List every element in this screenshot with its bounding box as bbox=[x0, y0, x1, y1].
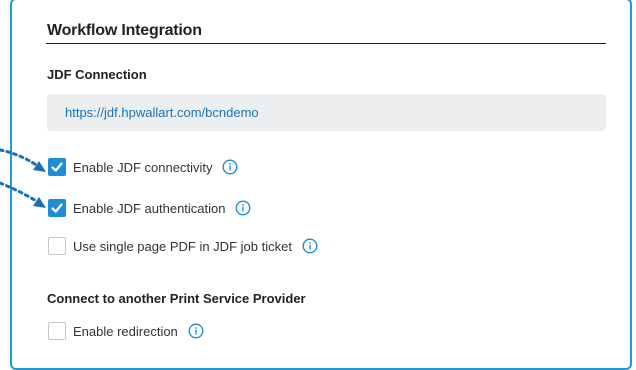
info-icon[interactable] bbox=[188, 323, 204, 339]
annotation-arrow-connectivity bbox=[0, 148, 46, 172]
annotation-arrow-authentication bbox=[0, 181, 46, 208]
jdf-connection-label: JDF Connection bbox=[47, 67, 147, 82]
enable-jdf-authentication-label: Enable JDF authentication bbox=[73, 200, 226, 216]
title-divider bbox=[46, 43, 606, 44]
enable-jdf-connectivity-row[interactable]: Enable JDF connectivity bbox=[48, 158, 238, 176]
enable-redirection-label: Enable redirection bbox=[73, 323, 178, 339]
enable-redirection-checkbox[interactable] bbox=[48, 322, 66, 340]
single-page-pdf-checkbox[interactable] bbox=[48, 237, 66, 255]
info-icon[interactable] bbox=[235, 200, 251, 216]
single-page-pdf-row[interactable]: Use single page PDF in JDF job ticket bbox=[48, 237, 318, 255]
enable-redirection-row[interactable]: Enable redirection bbox=[48, 322, 204, 340]
print-service-provider-label: Connect to another Print Service Provide… bbox=[47, 291, 306, 306]
info-icon[interactable] bbox=[222, 159, 238, 175]
annotation-arrows bbox=[0, 148, 46, 208]
workflow-integration-panel bbox=[10, 0, 632, 370]
jdf-url-field[interactable] bbox=[47, 94, 606, 131]
enable-jdf-connectivity-label: Enable JDF connectivity bbox=[73, 159, 213, 175]
enable-jdf-authentication-row[interactable]: Enable JDF authentication bbox=[48, 199, 251, 217]
info-icon[interactable] bbox=[302, 238, 318, 254]
single-page-pdf-label: Use single page PDF in JDF job ticket bbox=[73, 238, 292, 254]
panel-title: Workflow Integration bbox=[47, 22, 202, 39]
